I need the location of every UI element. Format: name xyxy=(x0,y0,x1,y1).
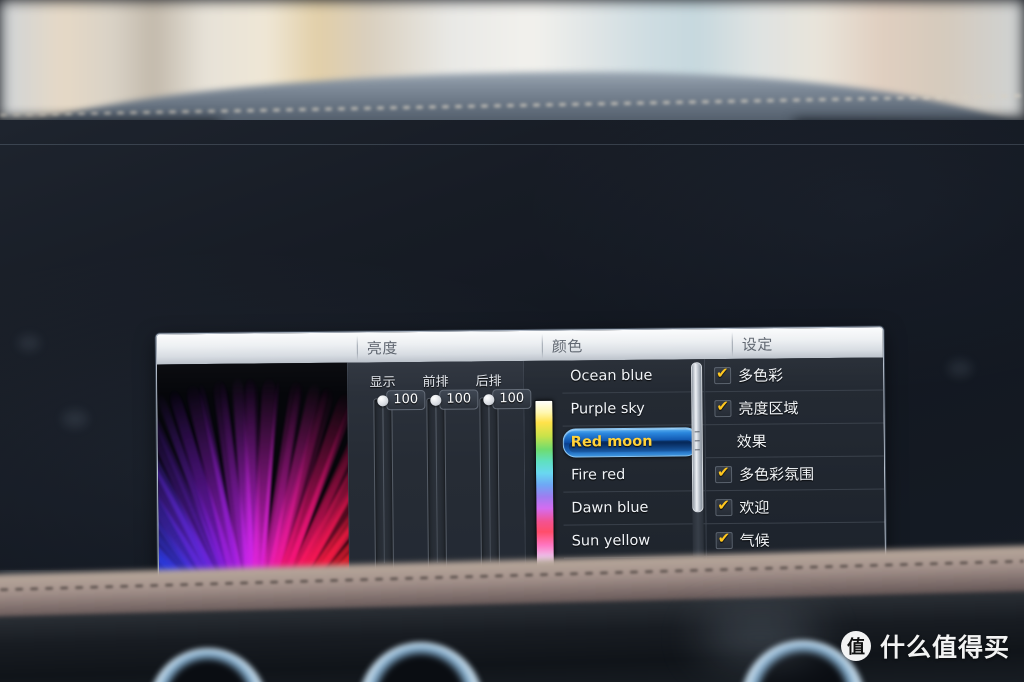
color-list-item[interactable]: Sun yellow xyxy=(563,524,706,559)
settings-item-label: 亮度区域 xyxy=(738,398,799,418)
brightness-slider-fill xyxy=(434,402,438,563)
brightness-slider-label: 后排 xyxy=(475,374,502,390)
infotainment-screen[interactable]: 亮度 颜色 设定 显示 100 前排 100 后排 100 Ocean blue Purpl… xyxy=(0,120,1024,614)
screen-dust-speck xyxy=(62,410,88,428)
brightness-slider-value: 100 xyxy=(439,389,479,410)
brightness-slider-fill xyxy=(487,402,491,563)
color-spectrum-bar[interactable] xyxy=(533,399,555,570)
color-list-item[interactable]: Purple sky xyxy=(562,392,705,427)
check-icon[interactable] xyxy=(714,465,733,483)
color-item-label: Sun yellow xyxy=(571,532,651,550)
settings-item-label: 多色彩 xyxy=(738,365,784,385)
check-icon[interactable] xyxy=(715,531,733,549)
tab-settings[interactable]: 设定 xyxy=(732,328,883,359)
color-item-label: Dawn blue xyxy=(571,499,649,517)
brightness-slider-value: 100 xyxy=(492,388,532,410)
watermark-text: 什么值得买 xyxy=(879,633,1010,662)
settings-list-item[interactable]: 效果 xyxy=(705,423,884,459)
check-icon[interactable] xyxy=(714,366,732,384)
watermark: 值 什么值得买 xyxy=(840,628,1010,664)
brightness-slider-handle[interactable] xyxy=(430,394,442,406)
brightness-slider-fill xyxy=(381,403,385,564)
checkbox-empty-icon[interactable] xyxy=(715,433,730,448)
tab-color-label: 颜色 xyxy=(551,336,583,356)
settings-list-item[interactable]: 多色彩 xyxy=(704,357,884,393)
tab-preview[interactable] xyxy=(157,333,357,365)
settings-list-item[interactable]: 欢迎 xyxy=(706,489,885,525)
color-list-item[interactable]: Ocean blue xyxy=(561,359,705,394)
brightness-slider-track[interactable]: 100 xyxy=(426,389,479,578)
brightness-slider-label: 显示 xyxy=(369,375,396,391)
settings-list-item[interactable]: 亮度区域 xyxy=(705,390,884,426)
screen-dust-speck xyxy=(948,360,972,377)
brightness-slider-track[interactable]: 100 xyxy=(373,389,426,579)
check-icon[interactable] xyxy=(714,399,732,417)
check-icon[interactable] xyxy=(715,498,733,516)
brightness-slider-track-wrap[interactable]: 100 xyxy=(466,388,532,578)
color-list-item[interactable]: Red moon xyxy=(562,425,705,459)
scrollbar-thumb[interactable] xyxy=(690,362,704,513)
screen-dust-speck xyxy=(18,335,40,351)
tab-brightness-label: 亮度 xyxy=(366,338,398,357)
color-item-label: Red moon xyxy=(570,433,653,451)
settings-item-label: 效果 xyxy=(736,432,767,451)
brightness-slider-track-wrap[interactable]: 100 xyxy=(413,389,479,578)
brightness-slider-label: 前排 xyxy=(422,374,449,390)
watermark-logo-icon: 值 xyxy=(840,631,871,661)
photo-scene: 亮度 颜色 设定 显示 100 前排 100 后排 100 Ocean blue Purpl… xyxy=(0,0,1024,682)
color-list-item[interactable]: Dawn blue xyxy=(563,491,706,526)
settings-list[interactable]: 多色彩亮度区域效果多色彩氛围欢迎气候 xyxy=(704,357,885,558)
color-item-label: Ocean blue xyxy=(570,367,653,385)
color-item-label: Purple sky xyxy=(570,400,645,418)
settings-item-label: 多色彩氛围 xyxy=(738,464,815,484)
settings-item-label: 气候 xyxy=(739,531,770,550)
brightness-slider-handle[interactable] xyxy=(483,394,495,406)
settings-item-label: 欢迎 xyxy=(739,498,770,517)
color-list-item[interactable]: Fire red xyxy=(562,458,706,493)
brightness-slider-track[interactable]: 100 xyxy=(479,388,532,578)
brightness-slider-value: 100 xyxy=(386,389,426,411)
tab-color[interactable]: 颜色 xyxy=(542,329,732,361)
console-highlight xyxy=(700,618,820,658)
screen-top-edge xyxy=(0,144,1024,145)
color-item-label: Fire red xyxy=(570,466,626,484)
brightness-slider-track-wrap[interactable]: 100 xyxy=(360,389,426,579)
tab-settings-label: 设定 xyxy=(741,335,773,354)
brightness-slider-handle[interactable] xyxy=(377,395,389,407)
settings-list-item[interactable]: 多色彩氛围 xyxy=(705,456,885,492)
tab-brightness[interactable]: 亮度 xyxy=(357,331,542,363)
